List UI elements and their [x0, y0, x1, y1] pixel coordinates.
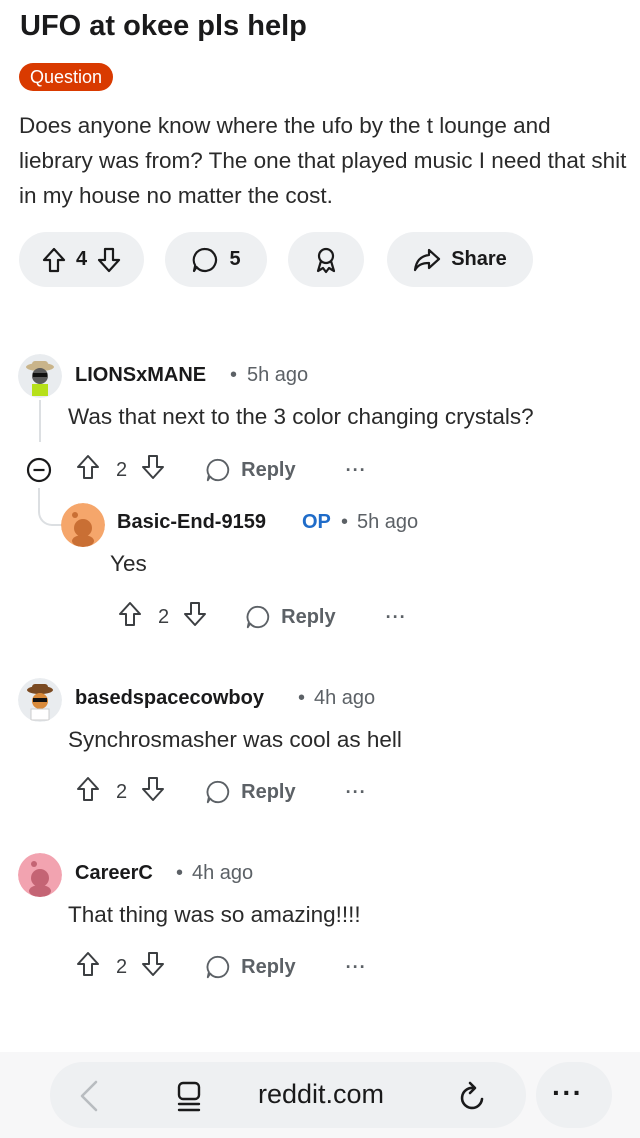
meta-separator: •: [230, 364, 238, 386]
reply-button[interactable]: Reply: [205, 457, 296, 483]
comment-author[interactable]: basedspacecowboy: [75, 687, 264, 710]
meta-separator: •: [176, 862, 184, 884]
reply-label: Reply: [241, 458, 296, 481]
more-options-button[interactable]: ···: [346, 957, 367, 978]
upvote-icon[interactable]: [76, 951, 100, 983]
post-body: Does anyone know where the ufo by the t …: [19, 113, 627, 208]
upvote-icon[interactable]: [118, 601, 142, 633]
meta-separator: •: [298, 687, 306, 709]
reply-label: Reply: [281, 605, 336, 628]
comment-actions: 2 Reply ···: [76, 952, 367, 982]
avatar[interactable]: [18, 678, 62, 722]
comment-actions: 2 Reply ···: [76, 455, 367, 485]
more-options-button[interactable]: ···: [386, 607, 407, 628]
comment-author[interactable]: LIONSxMANE: [75, 364, 206, 387]
avatar[interactable]: [18, 354, 62, 398]
reply-icon: [206, 955, 230, 979]
back-icon[interactable]: [78, 1080, 100, 1117]
reply-label: Reply: [241, 955, 296, 978]
comment-text: Yes: [110, 551, 147, 576]
upvote-icon[interactable]: [42, 247, 66, 273]
comment-vote-count: 2: [116, 780, 128, 803]
share-button[interactable]: Share: [387, 232, 533, 287]
reply-icon: [246, 605, 270, 629]
comment-actions: 2 Reply ···: [76, 777, 367, 807]
award-button[interactable]: [288, 232, 364, 287]
comment-time: 4h ago: [314, 687, 376, 709]
award-icon: [313, 246, 339, 274]
reply-icon: [206, 780, 230, 804]
thread-line: [39, 400, 41, 442]
comment-vote-count: 2: [116, 458, 128, 481]
reply-button[interactable]: Reply: [205, 954, 296, 980]
downvote-icon[interactable]: [183, 601, 207, 633]
avatar[interactable]: [18, 853, 62, 897]
url-text[interactable]: reddit.com: [258, 1079, 384, 1110]
comment-icon: [191, 246, 219, 274]
reply-icon: [206, 458, 230, 482]
comment-time: 5h ago: [247, 364, 309, 386]
downvote-icon[interactable]: [97, 247, 121, 273]
browser-more-label: ···: [552, 1077, 583, 1108]
share-label: Share: [451, 248, 507, 270]
downvote-icon[interactable]: [141, 454, 165, 486]
more-options-button[interactable]: ···: [346, 460, 367, 481]
more-options-button[interactable]: ···: [346, 782, 367, 803]
comment-text: Synchrosmasher was cool as hell: [68, 727, 402, 752]
meta-separator: •: [341, 511, 349, 533]
reply-button[interactable]: Reply: [245, 604, 336, 630]
post-comments-button[interactable]: 5: [165, 232, 267, 287]
avatar[interactable]: [61, 503, 105, 547]
collapse-icon[interactable]: [26, 457, 52, 488]
op-badge: OP: [302, 511, 331, 533]
post-flair-badge[interactable]: Question: [19, 63, 114, 91]
comment-time: 5h ago: [357, 511, 419, 533]
post-comment-count: 5: [229, 248, 241, 270]
reply-button[interactable]: Reply: [205, 779, 296, 805]
reload-icon[interactable]: [458, 1081, 488, 1118]
post-vote-bar: 4: [19, 232, 144, 287]
comment-actions: 2 Reply ···: [118, 602, 407, 632]
comment-time: 4h ago: [192, 862, 254, 884]
downvote-icon[interactable]: [141, 951, 165, 983]
upvote-icon[interactable]: [76, 776, 100, 808]
comment-text: That thing was so amazing!!!!: [68, 902, 361, 927]
reply-label: Reply: [241, 780, 296, 803]
post-vote-count: 4: [75, 248, 88, 270]
comment-vote-count: 2: [116, 955, 128, 978]
post-title: UFO at okee pls help: [20, 10, 307, 42]
share-icon: [413, 248, 441, 272]
comment-text: Was that next to the 3 color changing cr…: [68, 404, 534, 429]
upvote-icon[interactable]: [76, 454, 100, 486]
reader-mode-icon[interactable]: [176, 1081, 202, 1118]
comment-author[interactable]: Basic-End-9159: [117, 511, 266, 534]
thread-connector: [38, 488, 62, 526]
downvote-icon[interactable]: [141, 776, 165, 808]
comment-author[interactable]: CareerC: [75, 862, 153, 885]
comment-vote-count: 2: [158, 605, 170, 628]
